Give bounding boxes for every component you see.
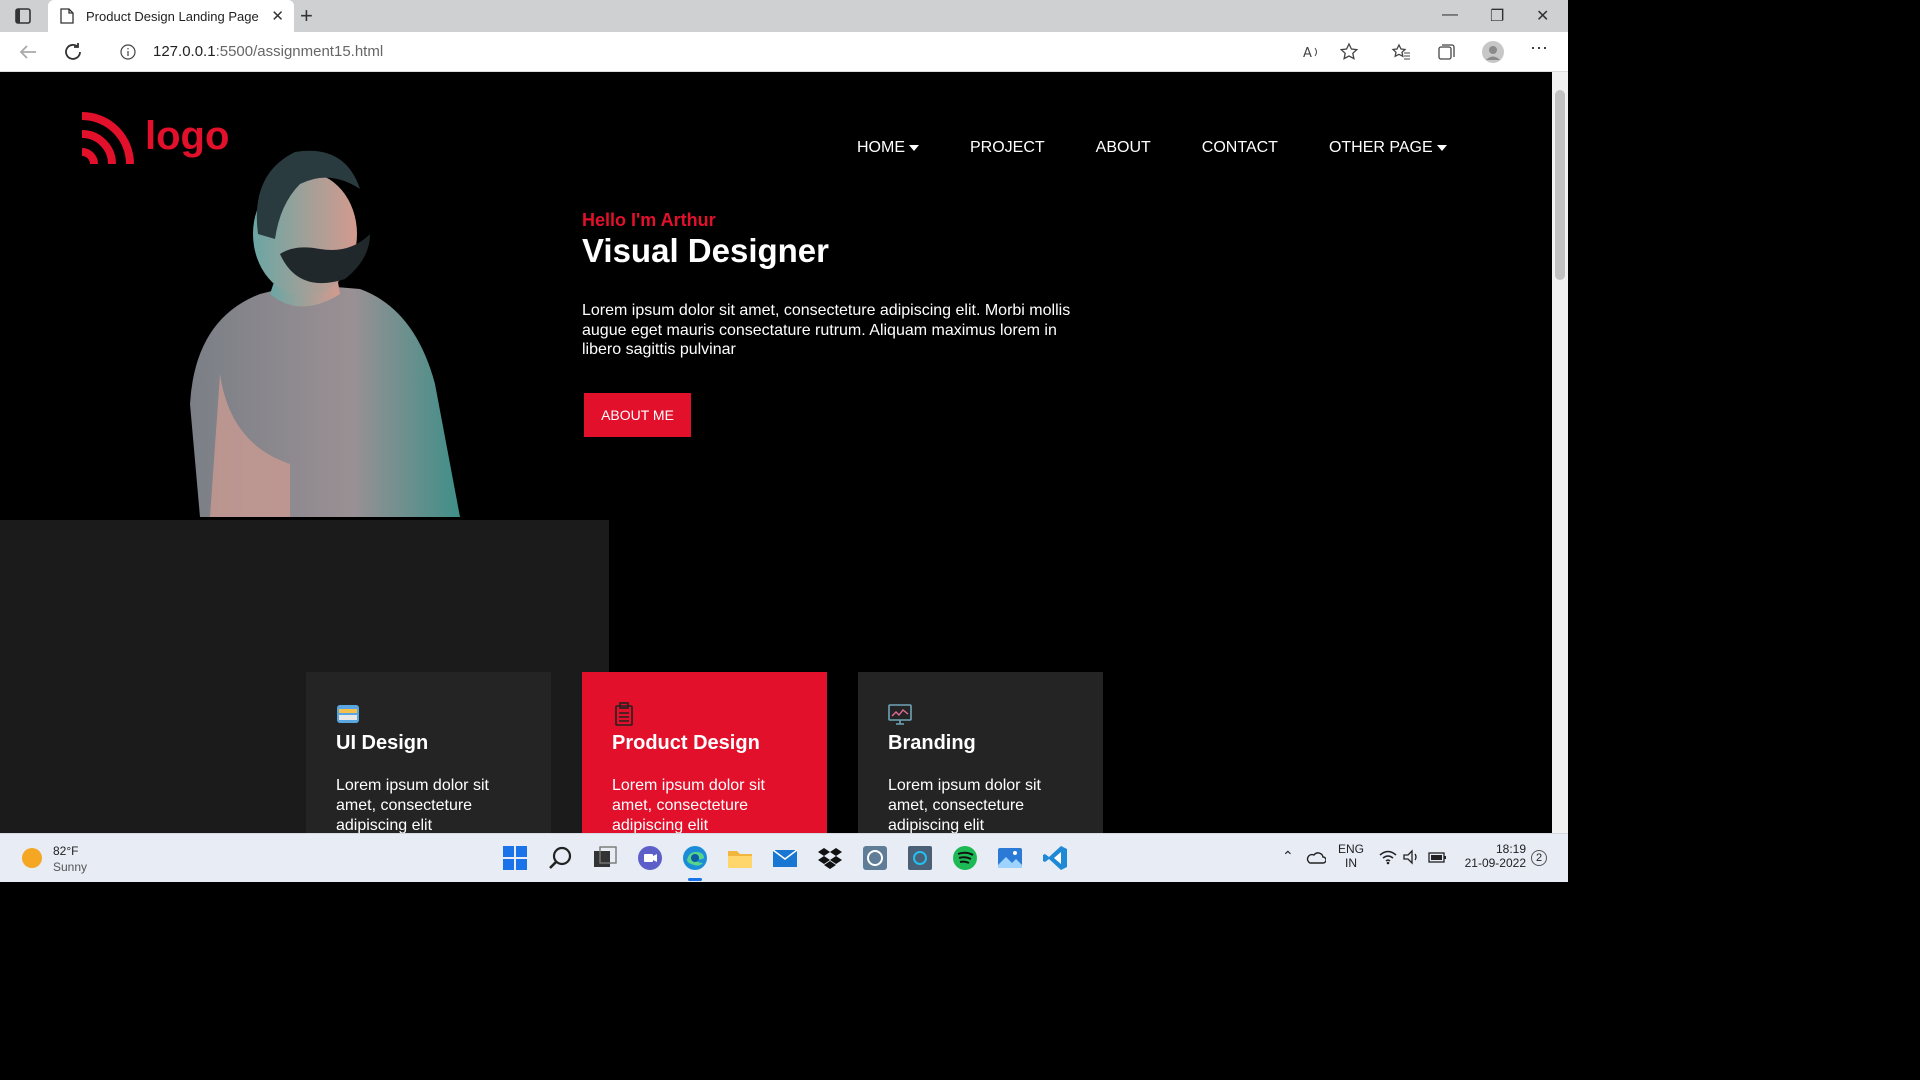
svg-text:A: A: [1303, 46, 1312, 61]
browser-toolbar: 127.0.0.1:5500/assignment15.html A ⋯: [0, 32, 1568, 72]
clock[interactable]: 18:19 21-09-2022: [1460, 842, 1526, 870]
active-app-indicator: [688, 878, 702, 881]
minimize-icon[interactable]: —: [1442, 6, 1458, 24]
browser-tab[interactable]: Product Design Landing Page ✕: [48, 0, 294, 32]
dropbox-icon[interactable]: [817, 845, 843, 871]
hero-headline: Visual Designer: [582, 232, 830, 269]
app-icon[interactable]: [862, 845, 888, 871]
hero-greeting: Hello I'm Arthur: [582, 210, 716, 230]
sun-icon: [22, 848, 42, 868]
wifi-icon[interactable]: [1379, 849, 1397, 865]
about-me-button[interactable]: ABOUT ME: [584, 393, 691, 437]
onedrive-icon[interactable]: [1306, 848, 1326, 866]
start-icon[interactable]: [502, 845, 528, 871]
scrollbar-thumb[interactable]: [1555, 90, 1565, 280]
service-card-title: Product Design: [612, 732, 760, 754]
clipboard-icon: [615, 702, 633, 726]
monitor-chart-icon: [888, 704, 912, 725]
language-code: ENG: [1337, 842, 1364, 856]
os-taskbar: 82°F Sunny ⌃ ENG IN 18:19 21-09-2022 2: [0, 833, 1568, 882]
clock-date: 21-09-2022: [1464, 856, 1526, 870]
ui-design-icon: [337, 705, 359, 723]
chat-icon[interactable]: [637, 845, 663, 871]
service-card-ui-design[interactable]: UI Design Lorem ipsum dolor sit amet, co…: [306, 672, 551, 833]
close-window-icon[interactable]: ✕: [1536, 6, 1549, 26]
language-indicator[interactable]: ENG IN: [1336, 842, 1366, 870]
nav-project[interactable]: PROJECT: [970, 139, 1045, 157]
service-card-text: Lorem ipsum dolor sit amet, consecteture…: [888, 777, 1041, 833]
region-code: IN: [1345, 856, 1357, 870]
notification-badge[interactable]: 2: [1531, 850, 1547, 866]
vscode-icon[interactable]: [1042, 845, 1068, 871]
clock-time: 18:19: [1495, 842, 1526, 856]
edge-browser-icon[interactable]: [682, 845, 708, 871]
cortana-icon[interactable]: [907, 845, 933, 871]
page-scrollbar[interactable]: [1552, 72, 1568, 833]
profile-avatar-icon[interactable]: [1482, 41, 1504, 63]
search-icon[interactable]: [548, 845, 574, 871]
refresh-icon[interactable]: [61, 40, 85, 64]
read-aloud-icon[interactable]: A: [1302, 42, 1322, 62]
task-view-icon[interactable]: [592, 845, 618, 871]
volume-icon[interactable]: [1403, 849, 1421, 865]
service-card-title: Branding: [888, 732, 976, 754]
caret-down-icon: [909, 145, 919, 151]
nav-home[interactable]: HOME: [857, 139, 919, 157]
back-icon[interactable]: [16, 40, 40, 64]
url-text: 127.0.0.1:5500/assignment15.html: [153, 43, 384, 60]
address-bar[interactable]: 127.0.0.1:5500/assignment15.html: [102, 36, 1372, 68]
weather-temp: 82°F: [53, 844, 79, 858]
file-explorer-icon[interactable]: [727, 845, 753, 871]
weather-condition: Sunny: [53, 860, 88, 874]
show-hidden-icons-icon[interactable]: ⌃: [1282, 848, 1294, 865]
battery-icon[interactable]: [1428, 849, 1448, 865]
new-tab-icon[interactable]: +: [300, 3, 313, 29]
add-favorite-icon[interactable]: [1339, 42, 1359, 62]
service-card-title: UI Design: [336, 732, 429, 754]
logo-mark-icon: [81, 112, 134, 165]
browser-tab-strip: Product Design Landing Page ✕ + — ❐ ✕: [0, 0, 1568, 32]
spotify-icon[interactable]: [952, 845, 978, 871]
nav-other-page[interactable]: OTHER PAGE: [1329, 139, 1447, 157]
caret-down-icon: [1436, 145, 1447, 151]
site-info-icon[interactable]: [120, 44, 136, 60]
collections-icon[interactable]: [1436, 42, 1456, 62]
service-card-text: Lorem ipsum dolor sit amet, consecteture…: [336, 777, 489, 833]
photos-icon[interactable]: [997, 845, 1023, 871]
more-options-icon[interactable]: ⋯: [1530, 38, 1550, 58]
landing-page: logo HOME PROJECT ABOUT CONTACT OTHER PA…: [0, 72, 1552, 833]
restore-icon[interactable]: ❐: [1490, 6, 1504, 26]
nav-contact[interactable]: CONTACT: [1202, 139, 1278, 157]
mail-icon[interactable]: [772, 845, 798, 871]
favorites-icon[interactable]: [1391, 42, 1411, 62]
nav-about[interactable]: ABOUT: [1096, 139, 1151, 157]
tab-actions-icon[interactable]: [12, 6, 34, 26]
tab-title: Product Design Landing Page: [86, 9, 259, 24]
main-nav: HOME PROJECT ABOUT CONTACT OTHER PAGE: [857, 139, 1498, 157]
service-card-text: Lorem ipsum dolor sit amet, consecteture…: [612, 777, 765, 833]
hero-intro-text: Lorem ipsum dolor sit amet, consecteture…: [582, 302, 1071, 358]
hero-portrait-image: [190, 150, 460, 517]
service-card-product-design[interactable]: Product Design Lorem ipsum dolor sit ame…: [582, 672, 827, 833]
close-tab-icon[interactable]: ✕: [271, 7, 284, 25]
service-card-branding[interactable]: Branding Lorem ipsum dolor sit amet, con…: [858, 672, 1103, 833]
document-icon: [60, 8, 74, 24]
